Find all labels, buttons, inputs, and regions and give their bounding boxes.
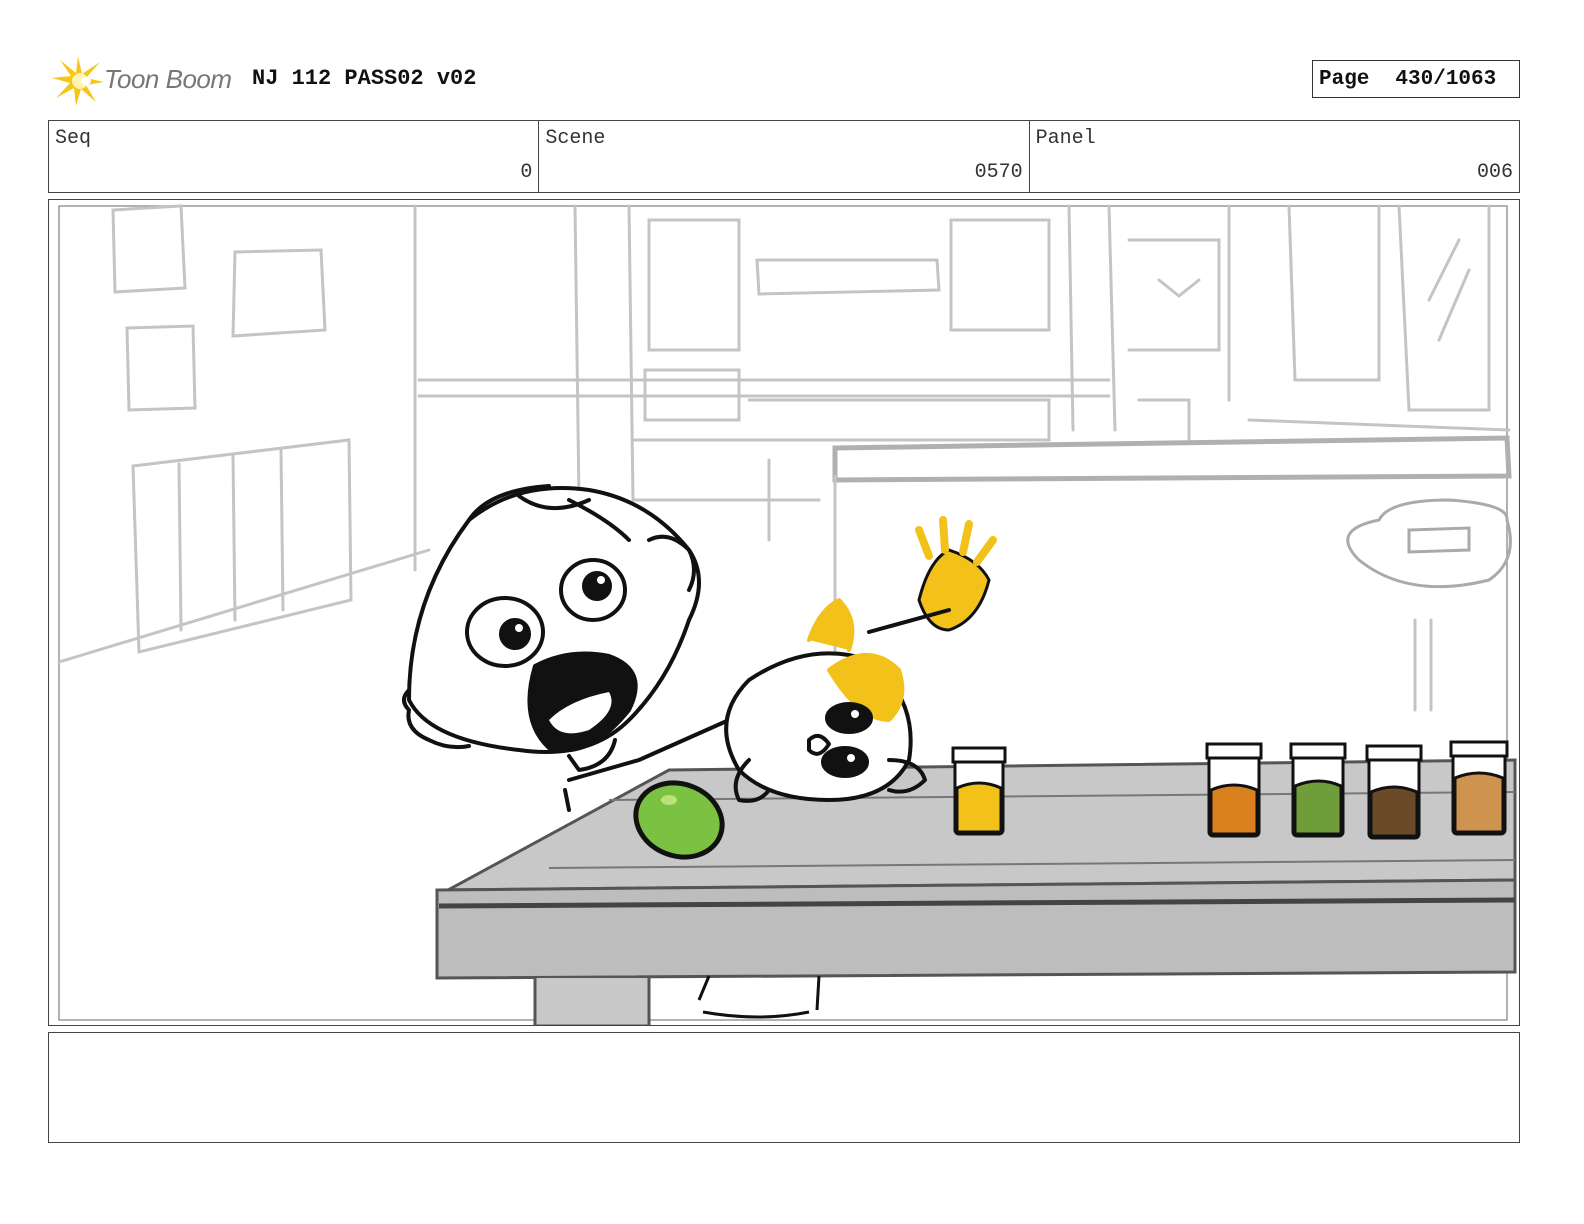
- toon-boom-logo: Toon Boom: [50, 52, 240, 108]
- panel-value: 006: [1476, 161, 1513, 184]
- page-header: Toon Boom NJ 112 PASS02 v02 Page 430/106…: [50, 50, 1520, 110]
- panel-info-row: Seq 0 Scene 0570 Panel 006: [48, 120, 1520, 193]
- jar-orange: [1205, 742, 1263, 838]
- panel-cell: Panel 006: [1030, 121, 1519, 192]
- scene-value: 0570: [974, 161, 1023, 184]
- panel-label: Panel: [1035, 127, 1096, 150]
- star-burst-icon: [52, 56, 104, 106]
- storyboard-drawing: [57, 204, 1517, 1025]
- panel-notes: [48, 1032, 1520, 1143]
- page-number: 430/1063: [1395, 67, 1497, 91]
- jar-brown: [1365, 744, 1423, 840]
- seq-label: Seq: [55, 127, 92, 150]
- jar-tan: [1449, 740, 1509, 836]
- page-label: Page: [1319, 67, 1370, 91]
- scene-label: Scene: [545, 127, 606, 150]
- jar-green: [1289, 742, 1347, 838]
- storyboard-panel: [48, 199, 1520, 1026]
- seq-cell: Seq 0: [49, 121, 540, 192]
- seq-value: 0: [520, 161, 533, 184]
- project-title: NJ 112 PASS02 v02: [252, 66, 477, 91]
- scene-cell: Scene 0570: [539, 121, 1030, 192]
- page-indicator: Page 430/1063: [1312, 60, 1520, 98]
- logo-text: Toon Boom: [104, 64, 232, 94]
- jar-yellow: [951, 746, 1007, 836]
